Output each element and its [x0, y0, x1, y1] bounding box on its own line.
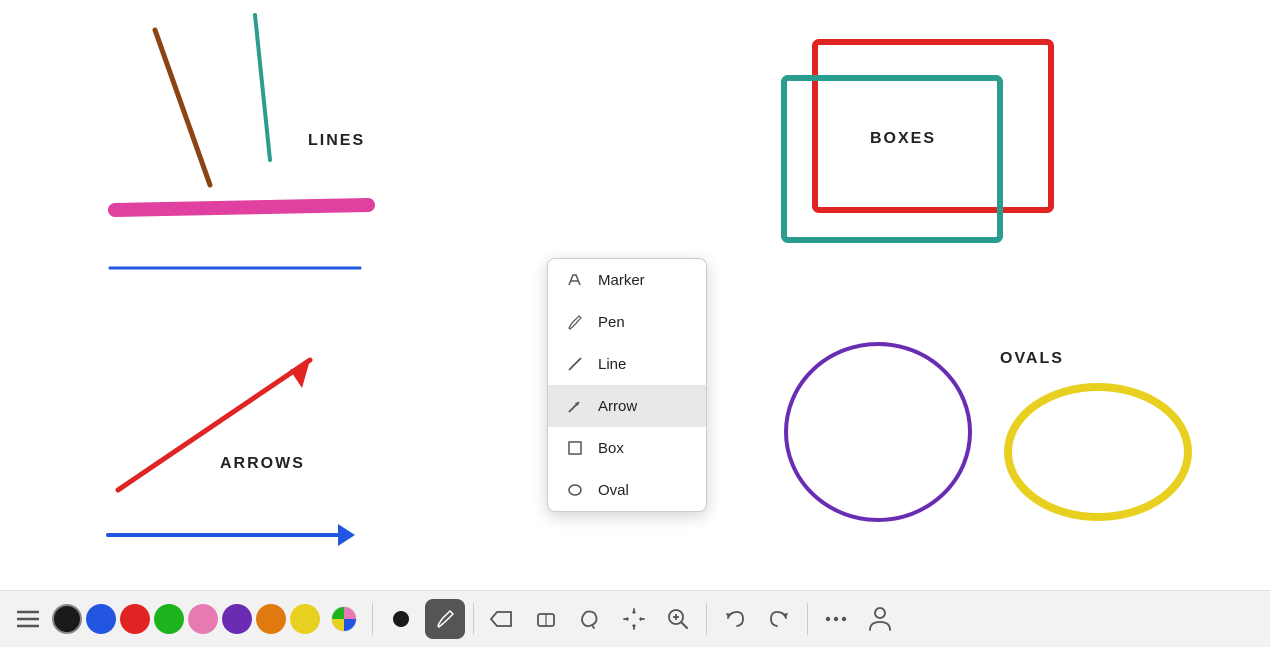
marker-label: Marker	[598, 272, 645, 289]
menu-item-pen[interactable]: Pen	[548, 301, 706, 343]
menu-item-oval[interactable]: Oval	[548, 469, 706, 511]
color-purple[interactable]	[222, 604, 252, 634]
person-button[interactable]	[860, 599, 900, 639]
color-red[interactable]	[120, 604, 150, 634]
redo-button[interactable]	[759, 599, 799, 639]
tool-dropdown-menu: Marker Pen Line Arrow Box Oval	[547, 258, 707, 512]
box-icon	[564, 437, 586, 459]
zoom-button[interactable]	[658, 599, 698, 639]
menu-item-line[interactable]: Line	[548, 343, 706, 385]
label-tool-button[interactable]	[482, 599, 522, 639]
dot-tool[interactable]	[381, 599, 421, 639]
more-button[interactable]	[816, 599, 856, 639]
ovals-label: OVALS	[1000, 350, 1064, 368]
color-multi[interactable]	[324, 599, 364, 639]
line-icon	[564, 353, 586, 375]
color-orange[interactable]	[256, 604, 286, 634]
menu-item-marker[interactable]: Marker	[548, 259, 706, 301]
arrow-icon	[564, 395, 586, 417]
separator-3	[706, 603, 707, 635]
lasso-button[interactable]	[570, 599, 610, 639]
menu-item-box[interactable]: Box	[548, 427, 706, 469]
color-yellow[interactable]	[290, 604, 320, 634]
box-label: Box	[598, 440, 624, 457]
pen-tool-button[interactable]	[425, 599, 465, 639]
eraser-button[interactable]	[526, 599, 566, 639]
color-green[interactable]	[154, 604, 184, 634]
menu-item-arrow[interactable]: Arrow	[548, 385, 706, 427]
pen-icon	[564, 311, 586, 333]
color-blue[interactable]	[86, 604, 116, 634]
arrows-label: ARROWS	[220, 455, 305, 473]
marker-icon	[564, 269, 586, 291]
undo-button[interactable]	[715, 599, 755, 639]
boxes-label: BOXES	[870, 130, 936, 148]
bottom-toolbar	[0, 590, 1270, 647]
move-button[interactable]	[614, 599, 654, 639]
oval-label: Oval	[598, 482, 629, 499]
line-label: Line	[598, 356, 626, 373]
oval-icon	[564, 479, 586, 501]
pen-label: Pen	[598, 314, 625, 331]
separator-4	[807, 603, 808, 635]
separator-2	[473, 603, 474, 635]
separator-1	[372, 603, 373, 635]
lines-label: LINES	[308, 132, 365, 150]
arrow-label: Arrow	[598, 398, 637, 415]
menu-button[interactable]	[8, 599, 48, 639]
color-pink[interactable]	[188, 604, 218, 634]
color-black[interactable]	[52, 604, 82, 634]
